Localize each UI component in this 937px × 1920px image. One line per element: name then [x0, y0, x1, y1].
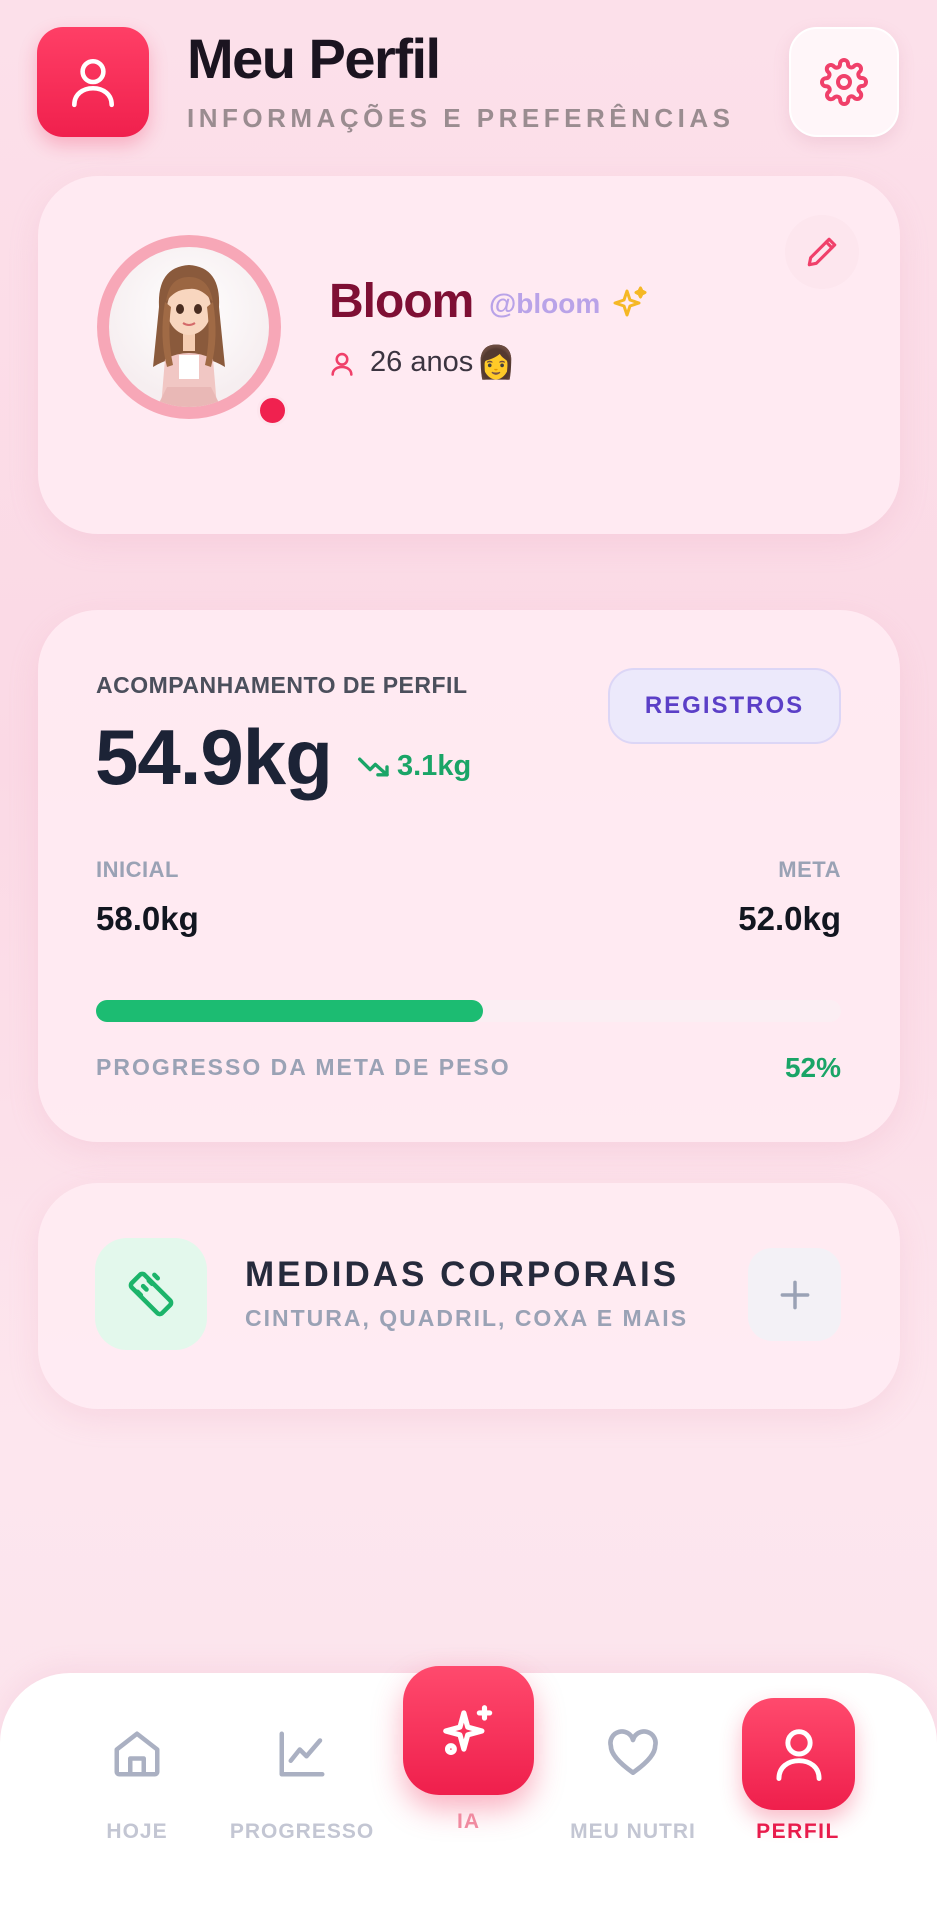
user-icon	[775, 1729, 822, 1781]
page-subtitle: INFORMAÇÕES E PREFERÊNCIAS	[187, 103, 735, 133]
profile-handle: @bloom	[489, 288, 601, 319]
nav-item-meu-nutri[interactable]: MEU NUTRI	[548, 1720, 718, 1844]
user-icon	[72, 58, 114, 108]
pencil-icon	[807, 237, 837, 267]
nav-item-progresso[interactable]: PROGRESSO	[217, 1720, 387, 1844]
chart-icon	[279, 1731, 325, 1777]
nav-label-perfil: PERFIL	[756, 1820, 840, 1843]
nav-label-progresso: PROGRESSO	[229, 1820, 375, 1843]
initial-weight-label: INICIAL	[96, 857, 179, 882]
weight-progress-bar	[96, 1000, 841, 1022]
measures-title: MEDIDAS CORPORAIS	[245, 1255, 680, 1294]
nav-item-hoje[interactable]: HOJE	[52, 1720, 222, 1844]
sparkle-icon	[612, 285, 648, 326]
sparkles-icon	[442, 1704, 492, 1755]
weight-progress-fill	[96, 1000, 484, 1022]
nav-item-perfil[interactable]	[742, 1698, 855, 1810]
nav-item-ia[interactable]	[403, 1666, 534, 1795]
tracking-label: ACOMPANHAMENTO DE PERFIL	[96, 672, 468, 698]
ruler-icon	[128, 1271, 174, 1317]
weight-delta: 3.1kg	[397, 750, 472, 782]
gear-icon	[820, 58, 868, 106]
heart-icon	[608, 1729, 658, 1775]
measures-subtitle: CINTURA, QUADRIL, COXA E MAIS	[245, 1305, 689, 1331]
add-measure-button[interactable]	[748, 1248, 841, 1341]
nav-label-meu-nutri: MEU NUTRI	[570, 1820, 696, 1843]
user-small-icon	[328, 350, 356, 383]
trending-down-icon	[357, 754, 391, 785]
initial-weight-value: 58.0kg	[96, 900, 199, 937]
avatar	[109, 247, 269, 407]
goal-weight-value: 52.0kg	[738, 900, 841, 937]
home-icon	[114, 1731, 160, 1777]
nav-label-hoje: HOJE	[106, 1820, 168, 1843]
nav-label-ia: IA	[457, 1810, 480, 1833]
avatar-illustration	[153, 265, 225, 407]
records-button[interactable]: REGISTROS	[608, 668, 841, 744]
online-status-dot	[257, 395, 288, 426]
header-profile-icon-box	[37, 27, 149, 137]
settings-button[interactable]	[789, 27, 899, 137]
plus-icon	[780, 1280, 809, 1309]
woman-emoji-icon: 👩	[476, 344, 516, 380]
progress-percent: 52%	[784, 1052, 841, 1083]
avatar-ring[interactable]	[97, 235, 281, 419]
ruler-icon-box	[95, 1238, 207, 1350]
edit-profile-button[interactable]	[785, 215, 859, 289]
profile-name: Bloom	[329, 275, 474, 328]
goal-weight-label: META	[778, 857, 841, 882]
current-weight: 54.9kg	[95, 713, 333, 801]
progress-label: PROGRESSO DA META DE PESO	[96, 1054, 511, 1080]
profile-age: 26 anos	[370, 346, 474, 378]
page-title: Meu Perfil	[187, 27, 441, 90]
